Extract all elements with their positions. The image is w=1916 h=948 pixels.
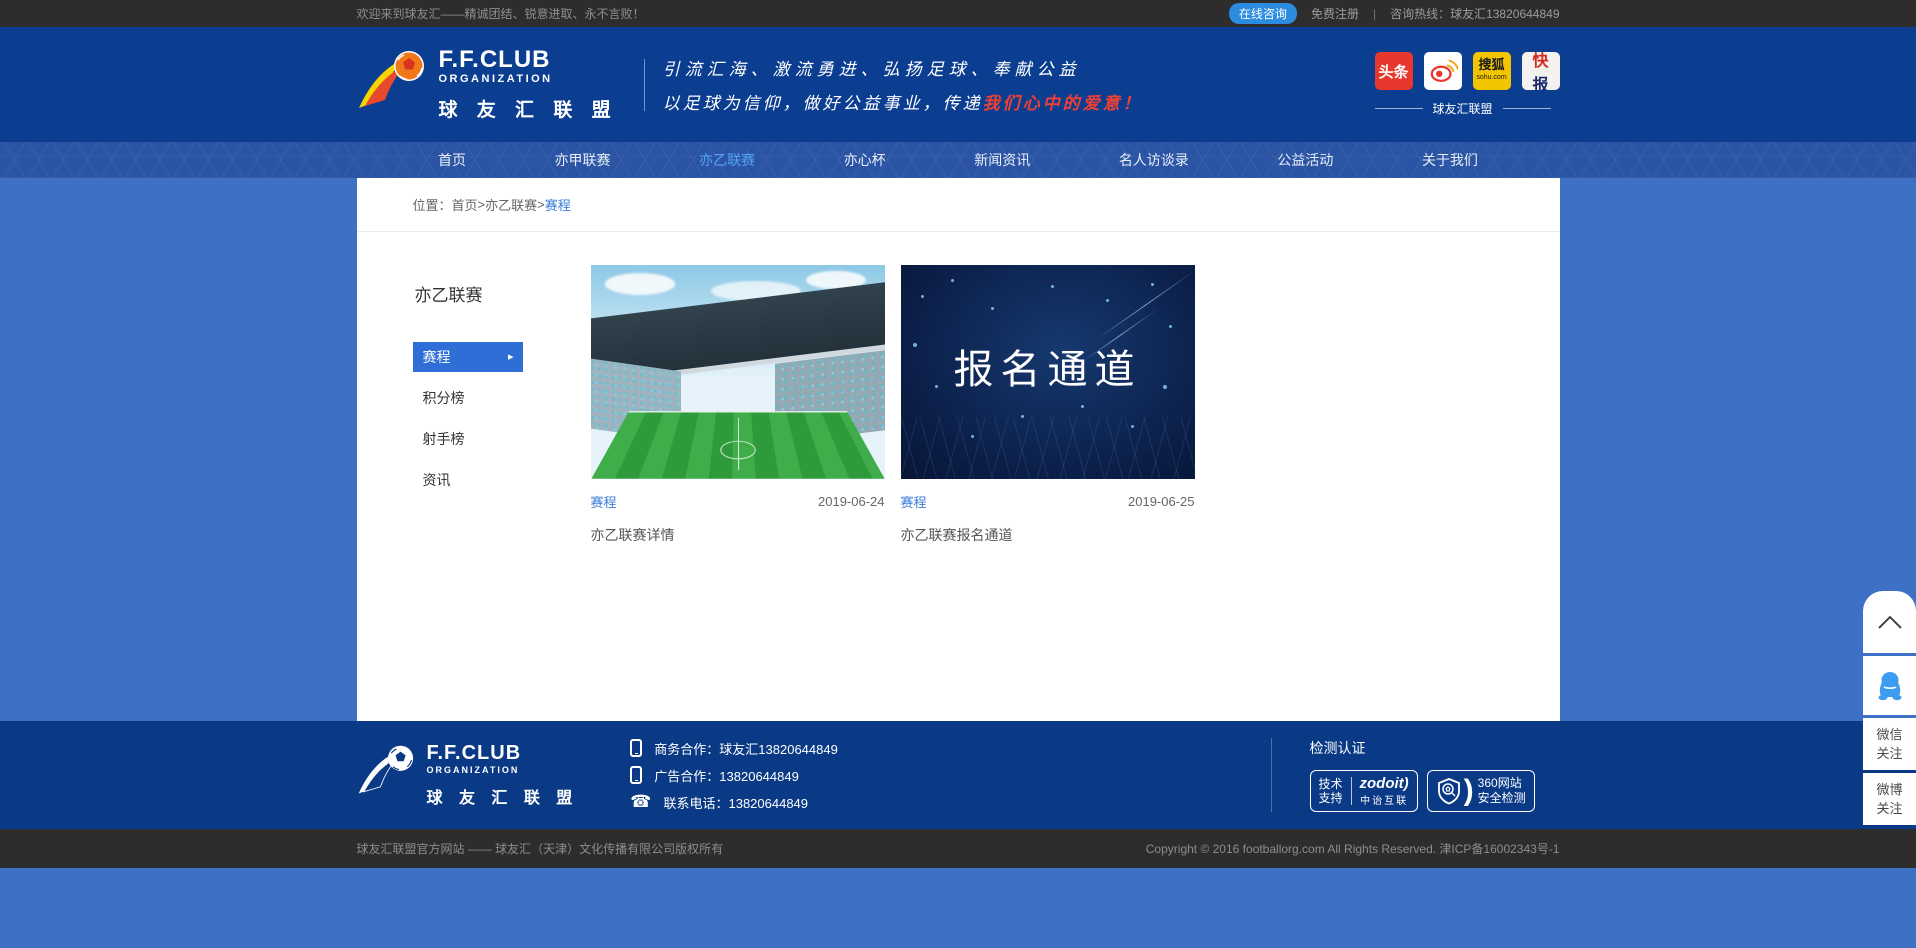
certifications: 检测认证 技术支持 zodoit) 中诒互联 ) <box>1310 738 1560 812</box>
contact-business: 商务合作：球友汇13820644849 <box>630 739 838 758</box>
breadcrumb: 位置： 首页 > 亦乙联赛 > 赛程 <box>357 178 1560 232</box>
footer-contacts: 商务合作：球友汇13820644849 广告合作：13820644849 ☎ 联… <box>630 739 838 812</box>
breadcrumb-section[interactable]: 亦乙联赛 <box>485 195 537 214</box>
copyright-left: 球友汇联盟官方网站 —— 球友汇（天津）文化传播有限公司版权所有 <box>357 840 724 857</box>
card-schedule-detail[interactable]: 赛程 2019-06-24 亦乙联赛详情 <box>591 265 885 545</box>
logo-org: ORGANIZATION <box>439 72 618 86</box>
qq-penguin-icon <box>1874 669 1906 703</box>
nav-item-home[interactable]: 首页 <box>438 150 466 170</box>
main-area: 位置： 首页 > 亦乙联赛 > 赛程 亦乙联赛 赛程 ▸ 积分榜 射手榜 资讯 <box>0 178 1916 721</box>
arrow-right-icon: ▸ <box>508 342 514 372</box>
shield-icon <box>1436 777 1462 805</box>
breadcrumb-current: 赛程 <box>545 195 571 214</box>
contact-ads: 广告合作：13820644849 <box>630 766 838 785</box>
logo-name-en: F.F.CLUB <box>439 48 618 72</box>
slogan-line2: 以足球为信仰，做好公益事业，传递我们心中的爱意！ <box>663 89 1143 114</box>
sidebar-item-schedule[interactable]: 赛程 ▸ <box>413 342 523 372</box>
sidebar-title: 亦乙联赛 <box>415 281 591 306</box>
kuaibao-icon[interactable]: 快报 <box>1522 52 1560 90</box>
site-logo[interactable]: F.F.CLUB ORGANIZATION 球 友 汇 联 盟 <box>357 48 618 122</box>
zodoit-badge[interactable]: 技术支持 zodoit) 中诒互联 <box>1310 770 1418 812</box>
footer-divider <box>1271 738 1272 812</box>
logo-name-cn: 球 友 汇 联 盟 <box>427 784 579 808</box>
topbar-divider: | <box>1373 7 1376 21</box>
toutiao-icon[interactable]: 头条 <box>1375 52 1413 90</box>
card-signup-channel[interactable]: 报名通道 赛程 2019-06-25 亦乙联赛报名通道 <box>901 265 1195 545</box>
free-register-link[interactable]: 免费注册 <box>1311 5 1359 22</box>
copyright-right: Copyright © 2016 footballorg.com All Rig… <box>1146 840 1560 857</box>
sidebar-item-scorers[interactable]: 射手榜 <box>413 424 523 454</box>
cert-title: 检测认证 <box>1310 738 1560 758</box>
sidebar-item-info[interactable]: 资讯 <box>413 465 523 495</box>
nav-item-league-b[interactable]: 亦乙联赛 <box>699 150 755 170</box>
weibo-follow-button[interactable]: 微博 关注 <box>1863 773 1916 825</box>
header-divider <box>644 59 645 111</box>
weibo-eye-icon <box>1428 56 1458 86</box>
card-list: 赛程 2019-06-24 亦乙联赛详情 <box>591 265 1195 545</box>
nav-item-yixin-cup[interactable]: 亦心杯 <box>844 150 886 170</box>
slogan-line1: 引流汇海、激流勇进、弘扬足球、奉献公益 <box>663 55 1143 80</box>
nav-item-league-a[interactable]: 亦甲联赛 <box>555 150 611 170</box>
main-nav: 首页 亦甲联赛 亦乙联赛 亦心杯 新闻资讯 名人访谈录 公益活动 关于我们 <box>0 142 1916 178</box>
contact-phone: ☎ 联系电话：13820644849 <box>630 793 838 812</box>
welcome-text: 欢迎来到球友汇——精诚团结、锐意进取、永不言败！ <box>357 5 645 22</box>
copyright-bar: 球友汇联盟官方网站 —— 球友汇（天津）文化传播有限公司版权所有 Copyrig… <box>0 829 1916 868</box>
phone-icon: ☎ <box>630 793 651 811</box>
card-date: 2019-06-24 <box>818 494 885 509</box>
stadium-photo[interactable] <box>591 265 885 479</box>
card-category-link[interactable]: 赛程 <box>591 492 617 511</box>
mobile-icon <box>630 739 642 757</box>
nav-item-news[interactable]: 新闻资讯 <box>974 150 1030 170</box>
sidebar: 亦乙联赛 赛程 ▸ 积分榜 射手榜 资讯 <box>413 265 591 545</box>
online-consult-button[interactable]: 在线咨询 <box>1229 3 1297 24</box>
breadcrumb-home[interactable]: 首页 <box>452 195 478 214</box>
sidebar-item-standings[interactable]: 积分榜 <box>413 383 523 413</box>
360-security-badge[interactable]: ) 360网站安全检测 <box>1427 770 1535 812</box>
site-footer: F.F.CLUB ORGANIZATION 球 友 汇 联 盟 商务合作：球友汇… <box>0 721 1916 829</box>
footer-logo: F.F.CLUB ORGANIZATION 球 友 汇 联 盟 <box>357 743 579 808</box>
slogan-highlight: 我们心中的爱意！ <box>983 94 1143 114</box>
mobile-icon <box>630 766 642 784</box>
comet-football-icon <box>357 48 431 112</box>
card-category-link[interactable]: 赛程 <box>901 492 927 511</box>
weibo-icon[interactable] <box>1424 52 1462 90</box>
signup-banner-text: 报名通道 <box>901 337 1195 395</box>
nav-item-interviews[interactable]: 名人访谈录 <box>1119 150 1189 170</box>
logo-name-cn: 球 友 汇 联 盟 <box>439 95 618 122</box>
nav-item-charity[interactable]: 公益活动 <box>1277 150 1333 170</box>
top-utility-bar: 欢迎来到球友汇——精诚团结、锐意进取、永不言败！ 在线咨询 免费注册 | 咨询热… <box>0 0 1916 27</box>
comet-football-icon <box>357 743 419 797</box>
qq-contact-button[interactable] <box>1863 656 1916 715</box>
card-title[interactable]: 亦乙联赛详情 <box>591 525 885 545</box>
nav-item-about[interactable]: 关于我们 <box>1422 150 1478 170</box>
back-to-top-button[interactable] <box>1863 591 1916 653</box>
header-slogan: 引流汇海、激流勇进、弘扬足球、奉献公益 以足球为信仰，做好公益事业，传递我们心中… <box>663 55 1143 114</box>
site-header: F.F.CLUB ORGANIZATION 球 友 汇 联 盟 引流汇海、激流勇… <box>0 27 1916 142</box>
logo-org: ORGANIZATION <box>427 763 579 777</box>
card-title[interactable]: 亦乙联赛报名通道 <box>901 525 1195 545</box>
social-caption: 球友汇联盟 <box>1375 100 1560 117</box>
wechat-follow-button[interactable]: 微信 关注 <box>1863 718 1916 770</box>
chevron-up-icon <box>1876 613 1904 631</box>
signup-banner[interactable]: 报名通道 <box>901 265 1195 479</box>
header-social-links: 头条 搜狐 sohu.com 快报 球友汇联盟 <box>1375 52 1560 117</box>
hotline-text: 咨询热线：球友汇13820644849 <box>1390 5 1559 22</box>
card-date: 2019-06-25 <box>1128 494 1195 509</box>
sohu-icon[interactable]: 搜狐 sohu.com <box>1473 52 1511 90</box>
floating-toolbar: 微信 关注 微博 关注 <box>1863 591 1916 825</box>
logo-name-en: F.F.CLUB <box>427 743 579 763</box>
